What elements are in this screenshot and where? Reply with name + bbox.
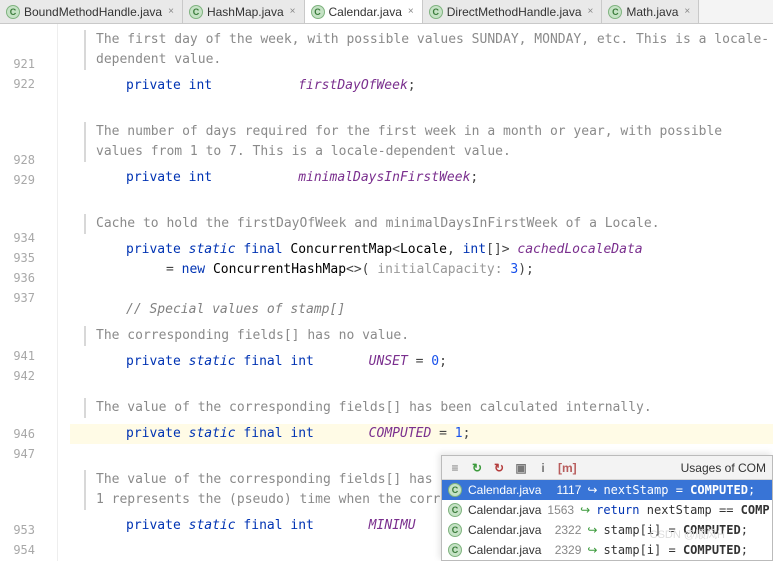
arrow-icon: ↪ [587,523,597,537]
usage-row[interactable]: CCalendar.java1117↪nextStamp = COMPUTED; [442,480,772,500]
java-class-icon: C [448,503,462,517]
javadoc: The corresponding fields[] has no value. [84,326,773,346]
usage-row[interactable]: CCalendar.java1563↪return nextStamp == C… [442,500,772,520]
arrow-icon: ↪ [580,503,590,517]
java-class-icon: C [608,5,622,19]
tab-calendar[interactable]: CCalendar.java× [305,0,423,23]
javadoc: The number of days required for the firs… [84,122,773,162]
arrow-icon: ↪ [587,543,597,557]
javadoc: The first day of the week, with possible… [84,30,773,70]
editor-tabs: CBoundMethodHandle.java× CHashMap.java× … [0,0,773,24]
java-class-icon: C [448,483,462,497]
usage-row[interactable]: CCalendar.java2329↪stamp[i] = COMPUTED; [442,540,772,560]
info-icon[interactable]: i [536,461,550,475]
next-icon[interactable]: ↻ [492,461,506,475]
line-number: 921 [0,54,35,74]
java-class-icon: C [6,5,20,19]
javadoc: Cache to hold the firstDayOfWeek and min… [84,214,773,234]
usage-row[interactable]: CCalendar.java2322↪stamp[i] = COMPUTED; [442,520,772,540]
editor-area: 921 922 928 929 934 935 936 937 941 942 … [0,24,773,561]
tab-bound[interactable]: CBoundMethodHandle.java× [0,0,183,23]
close-icon[interactable]: × [406,6,416,17]
prev-icon[interactable]: ↻ [470,461,484,475]
java-class-icon: C [429,5,443,19]
current-line: private static final int COMPUTED = 1; [70,424,773,444]
popup-toolbar: ≡ ↻ ↻ ▣ i [m] Usages of COM [442,456,772,480]
java-class-icon: C [311,5,325,19]
close-icon[interactable]: × [166,6,176,17]
usages-list: CCalendar.java1117↪nextStamp = COMPUTED;… [442,480,772,560]
java-class-icon: C [448,523,462,537]
line-gutter: 921 922 928 929 934 935 936 937 941 942 … [0,24,58,561]
tab-math[interactable]: CMath.java× [602,0,699,23]
java-class-icon: C [448,543,462,557]
group-icon[interactable]: ▣ [514,461,528,475]
javadoc: The value of the corresponding fields[] … [84,398,773,418]
tab-hashmap[interactable]: CHashMap.java× [183,0,305,23]
arrow-icon: ↪ [587,483,597,497]
java-class-icon: C [189,5,203,19]
close-icon[interactable]: × [288,6,298,17]
tab-direct[interactable]: CDirectMethodHandle.java× [423,0,603,23]
close-icon[interactable]: × [682,6,692,17]
settings-icon[interactable]: ≡ [448,461,462,475]
close-icon[interactable]: × [586,6,596,17]
filter-icon[interactable]: [m] [558,461,572,475]
usages-popup: ≡ ↻ ↻ ▣ i [m] Usages of COM CCalendar.ja… [441,455,773,561]
popup-title: Usages of COM [681,461,766,475]
